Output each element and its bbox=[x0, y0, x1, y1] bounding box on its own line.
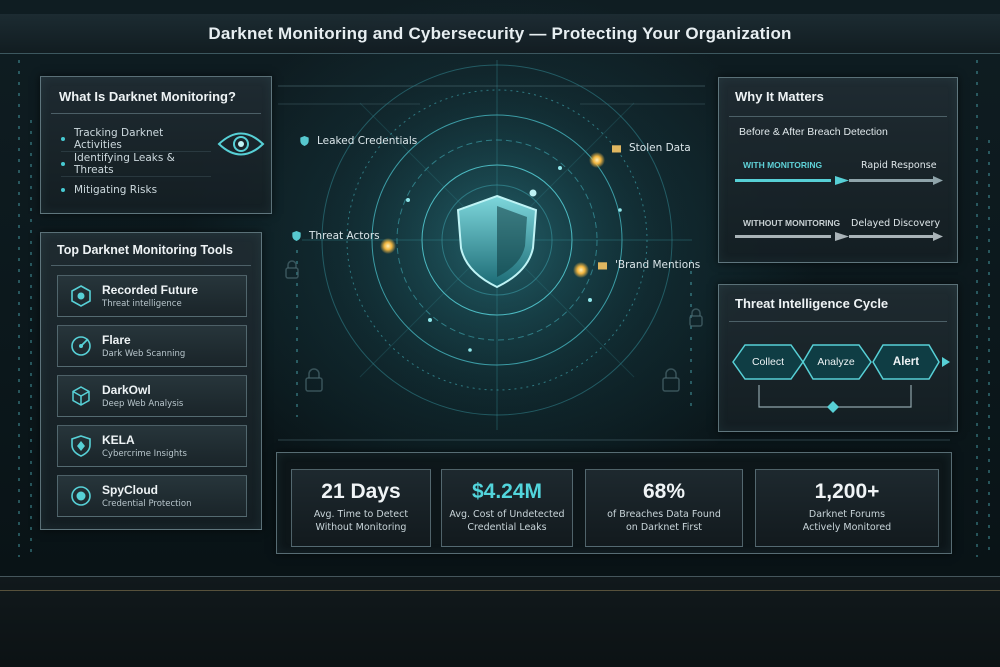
why-panel: Why It Matters Before & After Breach Det… bbox=[718, 77, 958, 263]
shield-icon bbox=[292, 231, 301, 241]
divider bbox=[729, 116, 947, 117]
cycle-step-analyze: Analyze bbox=[817, 356, 855, 368]
why-title: Why It Matters bbox=[735, 89, 824, 104]
with-monitoring-label: WITH MONITORING bbox=[743, 160, 823, 170]
shield-icon bbox=[71, 435, 91, 457]
bullet-icon bbox=[61, 137, 65, 141]
stats-strip: 21 Days Avg. Time to Detect Without Moni… bbox=[276, 452, 952, 554]
radar-sweep-icon bbox=[71, 336, 91, 356]
stat-forums: 1,200+ Darknet Forums Actively Monitored bbox=[755, 469, 939, 547]
bullet-icon bbox=[61, 162, 65, 166]
divider bbox=[51, 113, 261, 114]
with-monitoring-result: Rapid Response bbox=[861, 160, 937, 171]
stat-cost: $4.24M Avg. Cost of Undetected Credentia… bbox=[441, 469, 573, 547]
tool-item-flare[interactable]: Flare Dark Web Scanning bbox=[57, 325, 247, 367]
hexagon-icon bbox=[71, 285, 91, 307]
without-monitoring-result: Delayed Discovery bbox=[851, 218, 941, 229]
target-icon bbox=[71, 486, 91, 506]
eye-icon bbox=[217, 132, 265, 156]
stat-detect-time: 21 Days Avg. Time to Detect Without Moni… bbox=[291, 469, 431, 547]
without-monitoring-arrow bbox=[735, 232, 943, 241]
why-subtitle: Before & After Breach Detection bbox=[739, 126, 888, 138]
list-item: Identifying Leaks & Threats bbox=[61, 152, 211, 177]
tool-item-darkowl[interactable]: DarkOwl Deep Web Analysis bbox=[57, 375, 247, 417]
cube-icon bbox=[72, 386, 90, 406]
footer-accent-line bbox=[0, 590, 1000, 591]
list-item: Tracking Darknet Activities bbox=[61, 127, 211, 152]
folder-icon bbox=[598, 262, 607, 270]
radar-label-threat: Threat Actors bbox=[292, 230, 380, 242]
tools-title: Top Darknet Monitoring Tools bbox=[57, 243, 233, 257]
what-is-list: Tracking Darknet Activities Identifying … bbox=[61, 127, 211, 202]
divider bbox=[51, 265, 251, 266]
what-is-title: What Is Darknet Monitoring? bbox=[59, 89, 236, 104]
tool-item-recorded-future[interactable]: Recorded Future Threat intelligence bbox=[57, 275, 247, 317]
tools-panel: Top Darknet Monitoring Tools Recorded Fu… bbox=[40, 232, 262, 530]
tool-item-kela[interactable]: KELA Cybercrime Insights bbox=[57, 425, 247, 467]
list-item: Mitigating Risks bbox=[61, 177, 211, 202]
radar-label-stolen: Stolen Data bbox=[612, 142, 691, 154]
bullet-icon bbox=[61, 187, 65, 192]
radar-label-leaked: Leaked Credentials bbox=[300, 135, 417, 147]
tool-item-spycloud[interactable]: SpyCloud Credential Protection bbox=[57, 475, 247, 517]
with-monitoring-arrow bbox=[735, 176, 943, 185]
stat-breaches: 68% of Breaches Data Found on Darknet Fi… bbox=[585, 469, 743, 547]
what-is-panel: What Is Darknet Monitoring? Tracking Dar… bbox=[40, 76, 272, 214]
cycle-step-alert: Alert bbox=[892, 356, 920, 368]
cycle-panel: Threat Intelligence Cycle Collect Analyz… bbox=[718, 284, 958, 432]
radar-label-brand: 'Brand Mentions bbox=[598, 259, 700, 271]
without-monitoring-label: WITHOUT MONITORING bbox=[743, 218, 841, 228]
cycle-step-collect: Collect bbox=[751, 356, 785, 368]
folder-icon bbox=[612, 145, 621, 153]
shield-icon bbox=[300, 136, 309, 146]
